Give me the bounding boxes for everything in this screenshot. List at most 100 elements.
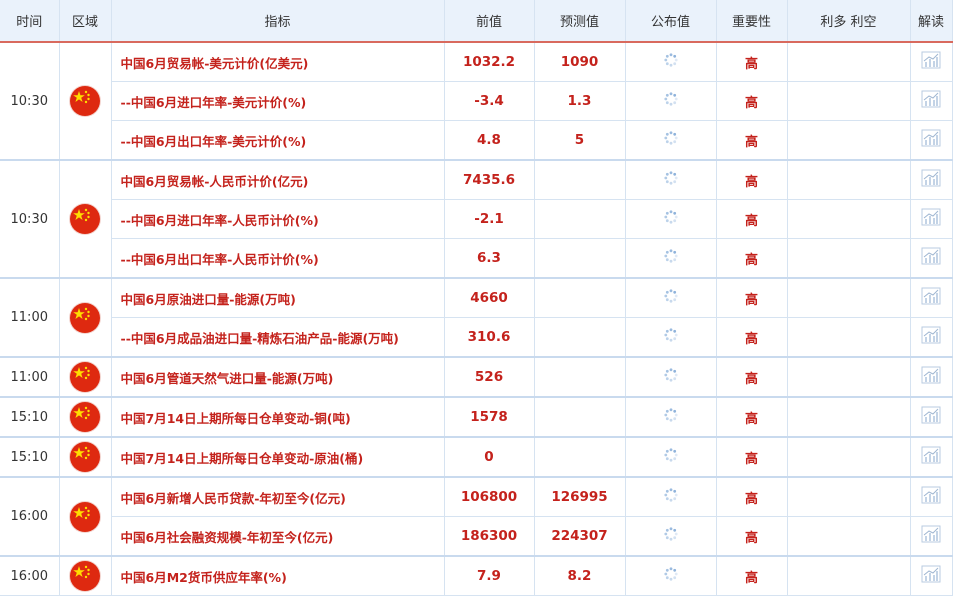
header-importance[interactable]: 重要性 bbox=[716, 0, 788, 43]
header-actual[interactable]: 公布值 bbox=[625, 0, 717, 43]
loading-spinner-icon bbox=[663, 130, 679, 150]
indicator-name[interactable]: 中国6月新增人民币贷款-年初至今(亿元) bbox=[111, 476, 445, 517]
chart-analysis-icon[interactable] bbox=[921, 169, 941, 191]
region-cell bbox=[59, 396, 112, 438]
importance-level: 高 bbox=[716, 159, 788, 200]
chart-analysis-icon[interactable] bbox=[921, 525, 941, 547]
actual-value-cell bbox=[625, 555, 717, 596]
analysis-cell[interactable] bbox=[910, 396, 953, 438]
chart-analysis-icon[interactable] bbox=[921, 446, 941, 468]
indicator-name[interactable]: 中国6月社会融资规模-年初至今(亿元) bbox=[111, 516, 445, 557]
forecast-value bbox=[534, 317, 626, 358]
analysis-cell[interactable] bbox=[910, 356, 953, 398]
analysis-cell[interactable] bbox=[910, 199, 953, 239]
previous-value: 310.6 bbox=[444, 317, 535, 358]
analysis-cell[interactable] bbox=[910, 476, 953, 517]
analysis-cell[interactable] bbox=[910, 120, 953, 161]
actual-value-cell bbox=[625, 476, 717, 517]
economic-calendar-table: 时间 区域 指标 前值 预测值 公布值 重要性 利多 利空 解读 10:30 中国… bbox=[0, 0, 953, 596]
analysis-cell[interactable] bbox=[910, 42, 953, 82]
china-flag-icon bbox=[70, 302, 100, 333]
indicator-name[interactable]: 中国6月贸易帐-美元计价(亿美元) bbox=[111, 42, 445, 82]
header-forecast[interactable]: 预测值 bbox=[534, 0, 626, 43]
header-region[interactable]: 区域 bbox=[59, 0, 112, 43]
importance-level: 高 bbox=[716, 42, 788, 82]
analysis-cell[interactable] bbox=[910, 317, 953, 358]
chart-analysis-icon[interactable] bbox=[921, 406, 941, 428]
loading-spinner-icon bbox=[663, 209, 679, 229]
event-time: 11:00 bbox=[0, 277, 60, 358]
previous-value: 1032.2 bbox=[444, 42, 535, 82]
table-row: 16:00 中国6月新增人民币贷款-年初至今(亿元) 106800 126995 高 bbox=[0, 476, 953, 557]
previous-value: 4.8 bbox=[444, 120, 535, 161]
table-row: --中国6月进口年率-美元计价(%) -3.4 1.3 高 bbox=[0, 81, 953, 121]
table-row: 16:00 中国6月M2货币供应年率(%) 7.9 8.2 高 bbox=[0, 555, 953, 596]
chart-analysis-icon[interactable] bbox=[921, 129, 941, 151]
actual-value-cell bbox=[625, 42, 717, 82]
loading-spinner-icon bbox=[663, 526, 679, 546]
previous-value: 4660 bbox=[444, 277, 535, 318]
indicator-name[interactable]: 中国7月14日上期所每日仓单变动-铜(吨) bbox=[111, 396, 445, 438]
indicator-name[interactable]: 中国6月原油进口量-能源(万吨) bbox=[111, 277, 445, 318]
chart-analysis-icon[interactable] bbox=[921, 287, 941, 309]
indicator-name[interactable]: --中国6月出口年率-美元计价(%) bbox=[111, 120, 445, 161]
chart-analysis-icon[interactable] bbox=[921, 247, 941, 269]
previous-value: -2.1 bbox=[444, 199, 535, 239]
region-cell bbox=[59, 476, 112, 557]
table-row: 10:30 中国6月贸易帐-人民币计价(亿元) 7435.6 高 bbox=[0, 159, 953, 279]
china-flag-icon bbox=[70, 362, 100, 392]
header-analysis[interactable]: 解读 bbox=[910, 0, 953, 43]
impact-cell bbox=[787, 516, 911, 557]
header-previous[interactable]: 前值 bbox=[444, 0, 535, 43]
loading-spinner-icon bbox=[663, 367, 679, 387]
region-cell bbox=[59, 159, 112, 279]
indicator-name[interactable]: --中国6月出口年率-人民币计价(%) bbox=[111, 238, 445, 279]
actual-value-cell bbox=[625, 396, 717, 438]
forecast-value: 1.3 bbox=[534, 81, 626, 121]
impact-cell bbox=[787, 120, 911, 161]
chart-analysis-icon[interactable] bbox=[921, 486, 941, 508]
indicator-name[interactable]: --中国6月进口年率-人民币计价(%) bbox=[111, 199, 445, 239]
forecast-value bbox=[534, 356, 626, 398]
indicator-name[interactable]: 中国7月14日上期所每日仓单变动-原油(桶) bbox=[111, 436, 445, 478]
chart-analysis-icon[interactable] bbox=[921, 366, 941, 388]
indicator-name[interactable]: 中国6月贸易帐-人民币计价(亿元) bbox=[111, 159, 445, 200]
indicator-name[interactable]: 中国6月M2货币供应年率(%) bbox=[111, 555, 445, 596]
analysis-cell[interactable] bbox=[910, 159, 953, 200]
chart-analysis-icon[interactable] bbox=[921, 51, 941, 73]
importance-level: 高 bbox=[716, 476, 788, 517]
loading-spinner-icon bbox=[663, 52, 679, 72]
analysis-cell[interactable] bbox=[910, 436, 953, 478]
indicator-name[interactable]: --中国6月成品油进口量-精炼石油产品-能源(万吨) bbox=[111, 317, 445, 358]
importance-level: 高 bbox=[716, 120, 788, 161]
table-row: 10:30 中国6月贸易帐-美元计价(亿美元) 1032.2 1090 高 bbox=[0, 42, 953, 161]
actual-value-cell bbox=[625, 356, 717, 398]
actual-value-cell bbox=[625, 516, 717, 557]
chart-analysis-icon[interactable] bbox=[921, 90, 941, 112]
chart-analysis-icon[interactable] bbox=[921, 326, 941, 348]
impact-cell bbox=[787, 555, 911, 596]
indicator-name[interactable]: --中国6月进口年率-美元计价(%) bbox=[111, 81, 445, 121]
chart-analysis-icon[interactable] bbox=[921, 208, 941, 230]
importance-level: 高 bbox=[716, 81, 788, 121]
actual-value-cell bbox=[625, 81, 717, 121]
table-row: 11:00 中国6月管道天然气进口量-能源(万吨) 526 高 bbox=[0, 356, 953, 398]
analysis-cell[interactable] bbox=[910, 555, 953, 596]
indicator-name[interactable]: 中国6月管道天然气进口量-能源(万吨) bbox=[111, 356, 445, 398]
header-time[interactable]: 时间 bbox=[0, 0, 60, 43]
china-flag-icon bbox=[70, 402, 100, 432]
event-time: 11:00 bbox=[0, 356, 60, 398]
loading-spinner-icon bbox=[663, 170, 679, 190]
analysis-cell[interactable] bbox=[910, 277, 953, 318]
table-row: --中国6月出口年率-人民币计价(%) 6.3 高 bbox=[0, 238, 953, 279]
header-indicator[interactable]: 指标 bbox=[111, 0, 445, 43]
analysis-cell[interactable] bbox=[910, 516, 953, 557]
importance-level: 高 bbox=[716, 199, 788, 239]
impact-cell bbox=[787, 356, 911, 398]
header-impact[interactable]: 利多 利空 bbox=[787, 0, 911, 43]
analysis-cell[interactable] bbox=[910, 81, 953, 121]
analysis-cell[interactable] bbox=[910, 238, 953, 279]
china-flag-icon bbox=[70, 204, 100, 234]
chart-analysis-icon[interactable] bbox=[921, 565, 941, 587]
importance-level: 高 bbox=[716, 516, 788, 557]
